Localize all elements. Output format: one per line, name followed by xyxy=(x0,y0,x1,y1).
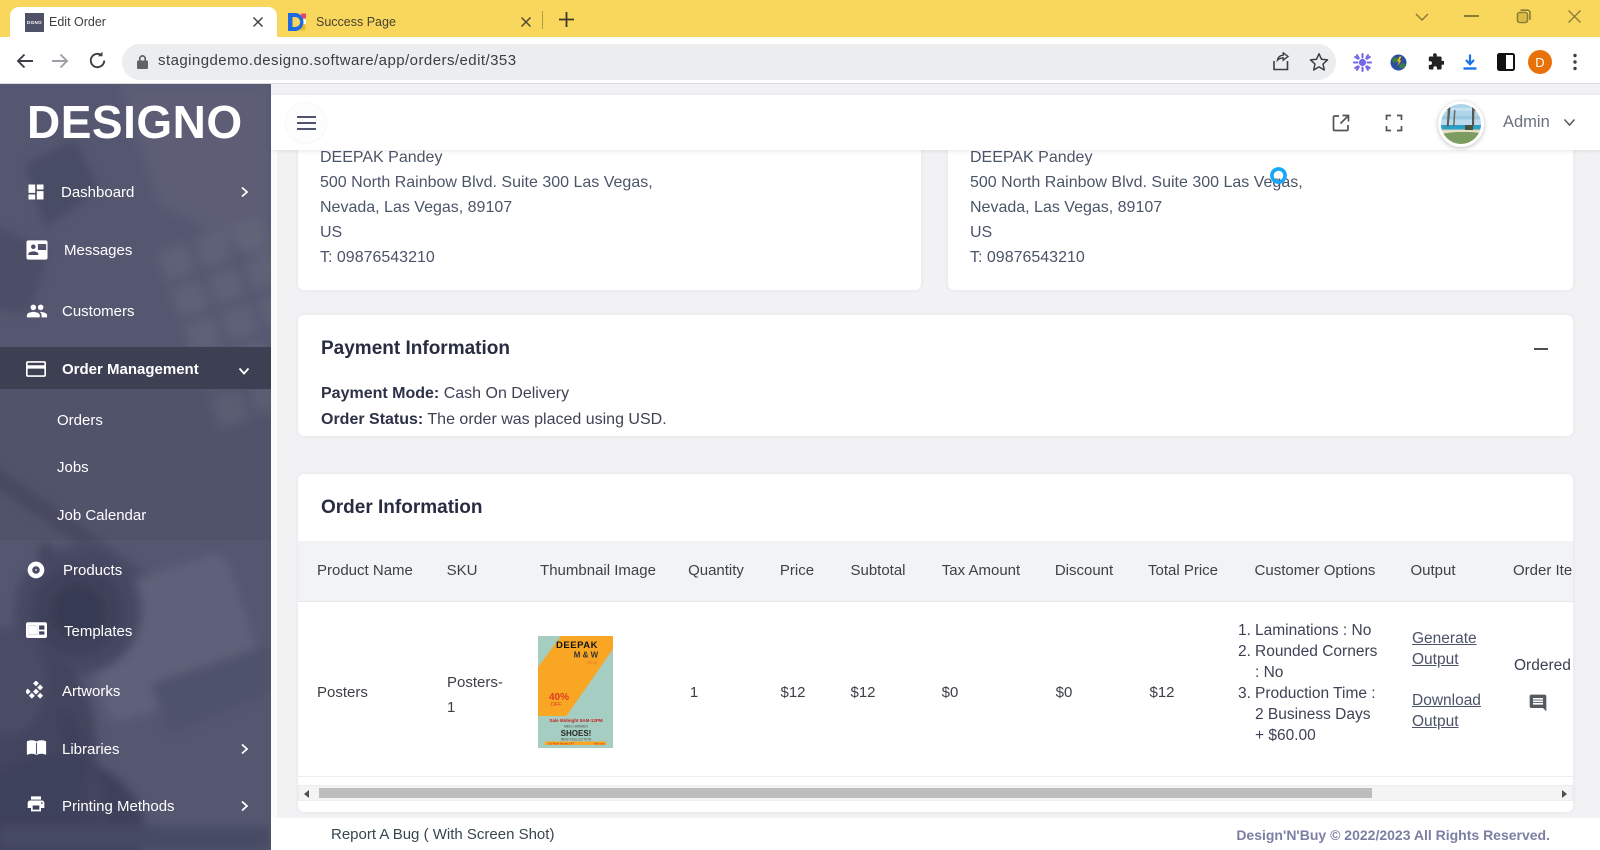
svg-text:dnb.com: dnb.com xyxy=(594,741,605,745)
svg-text:US Wide Stores 24/7: US Wide Stores 24/7 xyxy=(548,741,575,745)
svg-text:DEEPAK: DEEPAK xyxy=(556,640,598,651)
svg-text:Shop: Shop xyxy=(587,660,598,665)
svg-text:Sale Midnight 8AM-12PM: Sale Midnight 8AM-12PM xyxy=(549,718,603,723)
svg-text:M & W: M & W xyxy=(574,651,599,660)
svg-text:MEN | WOMEN: MEN | WOMEN xyxy=(564,725,588,729)
svg-text:OFF: OFF xyxy=(551,702,563,708)
